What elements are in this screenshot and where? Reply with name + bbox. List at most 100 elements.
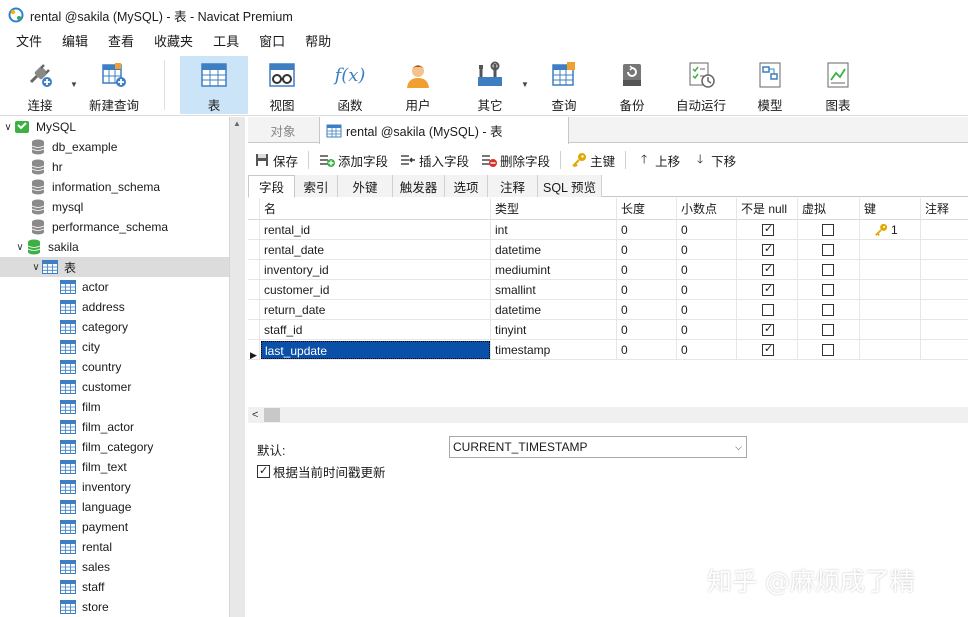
tree-item-table-language[interactable]: language — [0, 497, 229, 517]
tree-item-db-db-example[interactable]: db_example — [0, 137, 229, 157]
name-cell[interactable]: last_update — [260, 340, 491, 360]
menu-tools[interactable]: 工具 — [203, 30, 249, 54]
virtual-checkbox[interactable] — [822, 284, 834, 296]
decimals-cell[interactable]: 0 — [677, 240, 737, 260]
name-cell[interactable]: staff_id — [260, 320, 491, 340]
col-virtual[interactable]: 虚拟 — [798, 198, 860, 220]
subtab-options[interactable]: 选项 — [445, 175, 488, 197]
menu-file[interactable]: 文件 — [6, 30, 52, 54]
not-null-checkbox[interactable]: ✓ — [762, 343, 774, 356]
view-button[interactable]: 视图 — [254, 56, 310, 114]
key-cell[interactable] — [860, 260, 921, 280]
col-name[interactable]: 名 — [260, 198, 491, 220]
key-cell[interactable] — [860, 280, 921, 300]
tree-item-db-information-schema[interactable]: information_schema — [0, 177, 229, 197]
not-null-checkbox[interactable]: ✓ — [762, 243, 774, 256]
save-button[interactable]: 保存 — [248, 151, 304, 170]
length-cell[interactable]: 0 — [617, 340, 677, 360]
row-indicator[interactable]: ▶ — [248, 340, 260, 360]
tab-objects[interactable]: 对象 — [248, 117, 318, 143]
name-cell[interactable]: rental_date — [260, 240, 491, 260]
virtual-checkbox[interactable] — [822, 264, 834, 276]
default-value-select[interactable]: CURRENT_TIMESTAMP ⌵ — [449, 436, 747, 458]
tree-item-table-category[interactable]: category — [0, 317, 229, 337]
type-cell[interactable]: smallint — [491, 280, 617, 300]
menu-help[interactable]: 帮助 — [295, 30, 341, 54]
row-indicator[interactable] — [248, 240, 260, 260]
tree-item-table-customer[interactable]: customer — [0, 377, 229, 397]
field-row[interactable]: return_date datetime 0 0 — [248, 300, 968, 320]
tree-item-sakila[interactable]: ∨ sakila — [0, 237, 229, 257]
virtual-checkbox[interactable] — [822, 224, 834, 236]
tree-item-mysql[interactable]: ∨ MySQL — [0, 117, 229, 137]
type-cell[interactable]: timestamp — [491, 340, 617, 360]
virtual-checkbox[interactable] — [822, 304, 834, 316]
name-cell[interactable]: rental_id — [260, 220, 491, 240]
comment-cell[interactable] — [921, 220, 968, 240]
length-cell[interactable]: 0 — [617, 280, 677, 300]
virtual-checkbox[interactable] — [822, 344, 834, 356]
field-row[interactable]: ▶ last_update timestamp 0 0 ✓ — [248, 340, 968, 360]
chevron-icon[interactable]: ∨ — [30, 262, 42, 273]
name-edit-input[interactable]: last_update — [261, 341, 490, 359]
query-button[interactable]: 查询 — [536, 56, 592, 114]
tree-item-table-film-text[interactable]: film_text — [0, 457, 229, 477]
table-button[interactable]: 表 — [180, 56, 248, 114]
decimals-cell[interactable]: 0 — [677, 300, 737, 320]
not-null-checkbox[interactable]: ✓ — [762, 323, 774, 336]
comment-cell[interactable] — [921, 340, 968, 360]
other-dropdown-icon[interactable]: ▼ — [521, 80, 529, 89]
subtab-triggers[interactable]: 触发器 — [393, 175, 445, 197]
length-cell[interactable]: 0 — [617, 320, 677, 340]
tree-item-db-mysql[interactable]: mysql — [0, 197, 229, 217]
menu-favorites[interactable]: 收藏夹 — [144, 30, 203, 54]
tree-item-table-film[interactable]: film — [0, 397, 229, 417]
tree-item-db-hr[interactable]: hr — [0, 157, 229, 177]
name-cell[interactable]: return_date — [260, 300, 491, 320]
scroll-up-icon[interactable]: ▲ — [233, 119, 241, 128]
subtab-foreign-keys[interactable]: 外键 — [338, 175, 393, 197]
user-button[interactable]: 用户 — [390, 56, 446, 114]
add-field-button[interactable]: 添加字段 — [313, 151, 394, 170]
checkbox[interactable]: ✓ — [257, 465, 270, 478]
chevron-icon[interactable]: ∨ — [2, 122, 14, 133]
col-not-null[interactable]: 不是 null — [737, 198, 798, 220]
on-update-checkbox[interactable]: ✓ 根据当前时间戳更新 — [257, 462, 386, 481]
insert-field-button[interactable]: 插入字段 — [394, 151, 475, 170]
tree-item-table-film-actor[interactable]: film_actor — [0, 417, 229, 437]
subtab-fields[interactable]: 字段 — [248, 175, 295, 198]
field-row[interactable]: rental_id int 0 0 ✓ 1 — [248, 220, 968, 240]
length-cell[interactable]: 0 — [617, 220, 677, 240]
function-button[interactable]: f(x) 函数 — [322, 56, 378, 114]
comment-cell[interactable] — [921, 260, 968, 280]
tree-item-db-performance-schema[interactable]: performance_schema — [0, 217, 229, 237]
key-cell[interactable]: 1 — [860, 220, 921, 240]
tree-scrollbar[interactable]: ▲ — [229, 117, 245, 617]
move-down-button[interactable]: 🡓 下移 — [686, 151, 742, 170]
tree-item-table-payment[interactable]: payment — [0, 517, 229, 537]
automation-button[interactable]: 自动运行 — [670, 56, 732, 114]
decimals-cell[interactable]: 0 — [677, 220, 737, 240]
menu-view[interactable]: 查看 — [98, 30, 144, 54]
tree-item-table-sales[interactable]: sales — [0, 557, 229, 577]
comment-cell[interactable] — [921, 240, 968, 260]
col-length[interactable]: 长度 — [617, 198, 677, 220]
row-indicator[interactable] — [248, 260, 260, 280]
tree-item-tables[interactable]: ∨ 表 — [0, 257, 229, 277]
tab-rental-design[interactable]: rental @sakila (MySQL) - 表 — [319, 117, 569, 144]
row-indicator[interactable] — [248, 280, 260, 300]
tree-item-table-actor[interactable]: actor — [0, 277, 229, 297]
row-indicator[interactable] — [248, 320, 260, 340]
subtab-indexes[interactable]: 索引 — [295, 175, 338, 197]
key-cell[interactable] — [860, 240, 921, 260]
tree-item-table-city[interactable]: city — [0, 337, 229, 357]
name-cell[interactable]: customer_id — [260, 280, 491, 300]
comment-cell[interactable] — [921, 300, 968, 320]
decimals-cell[interactable]: 0 — [677, 260, 737, 280]
key-cell[interactable] — [860, 340, 921, 360]
scroll-left-icon[interactable]: < — [252, 407, 258, 423]
backup-button[interactable]: 备份 — [604, 56, 660, 114]
new-query-button[interactable]: 新建查询 — [82, 56, 146, 114]
tree-item-table-rental[interactable]: rental — [0, 537, 229, 557]
model-button[interactable]: 模型 — [742, 56, 798, 114]
